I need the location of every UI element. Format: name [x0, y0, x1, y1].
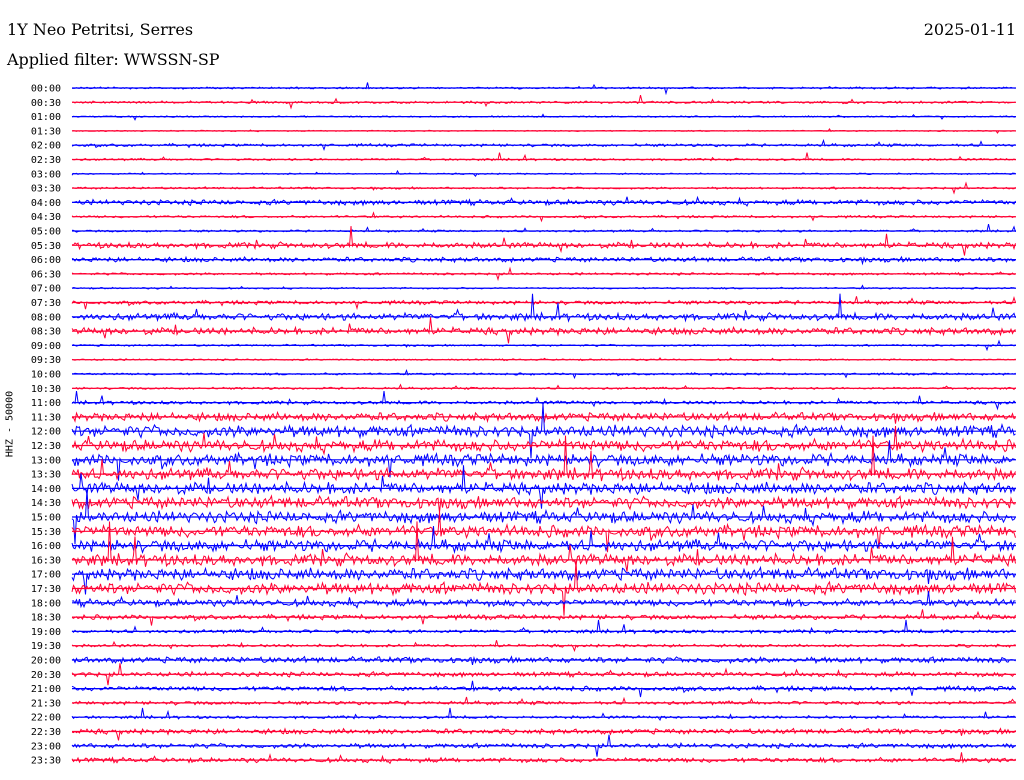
tick-label-1700: 17:00 — [31, 570, 61, 581]
tick-label-0430: 04:30 — [31, 212, 61, 223]
tick-label-1130: 11:30 — [31, 412, 61, 423]
tick-label-1330: 13:30 — [31, 470, 61, 481]
trace-2130 — [71, 696, 1016, 706]
trace-2000 — [71, 655, 1016, 666]
tick-label-2130: 21:30 — [31, 698, 61, 709]
trace-0830 — [71, 317, 1016, 344]
tick-label-2030: 20:30 — [31, 670, 61, 681]
tick-label-2000: 20:00 — [31, 656, 61, 667]
tick-label-1430: 14:30 — [31, 498, 61, 509]
trace-1430 — [71, 494, 1016, 513]
trace-1700 — [71, 565, 1016, 595]
tick-label-0830: 08:30 — [31, 327, 61, 338]
tick-label-1900: 19:00 — [31, 627, 61, 638]
tick-label-1400: 14:00 — [31, 484, 61, 495]
tick-label-0030: 00:30 — [31, 98, 61, 109]
tick-label-0000: 00:00 — [31, 84, 61, 95]
tick-label-1500: 15:00 — [31, 513, 61, 524]
tick-label-1200: 12:00 — [31, 427, 61, 438]
trace-2330 — [71, 752, 1016, 765]
tick-label-2300: 23:00 — [31, 741, 61, 752]
tick-label-0800: 08:00 — [31, 312, 61, 323]
tick-label-2330: 23:30 — [31, 756, 61, 767]
tick-label-0200: 02:00 — [31, 141, 61, 152]
tick-label-0530: 05:30 — [31, 241, 61, 252]
tick-label-0500: 05:00 — [31, 227, 61, 238]
tick-label-1600: 16:00 — [31, 541, 61, 552]
tick-label-0300: 03:00 — [31, 169, 61, 180]
tick-label-1100: 11:00 — [31, 398, 61, 409]
tick-label-1730: 17:30 — [31, 584, 61, 595]
tick-label-0330: 03:30 — [31, 184, 61, 195]
time-tick-labels: 00:00 00:30 01:00 01:30 02:00 02:30 03:00 03:30… — [31, 84, 61, 767]
trace-1800 — [71, 591, 1016, 609]
tick-label-1800: 18:00 — [31, 598, 61, 609]
y-axis-label: HHZ - 50000 — [4, 390, 16, 458]
tick-label-1830: 18:30 — [31, 613, 61, 624]
tick-label-0100: 01:00 — [31, 112, 61, 123]
tick-label-2100: 21:00 — [31, 684, 61, 695]
trace-0030 — [71, 94, 1016, 110]
tick-label-0400: 04:00 — [31, 198, 61, 209]
tick-label-1030: 10:30 — [31, 384, 61, 395]
tick-label-2200: 22:00 — [31, 713, 61, 724]
tick-label-1930: 19:30 — [31, 641, 61, 652]
tick-label-0630: 06:30 — [31, 269, 61, 280]
tick-label-0900: 09:00 — [31, 341, 61, 352]
tick-label-1630: 16:30 — [31, 555, 61, 566]
tick-label-1000: 10:00 — [31, 370, 61, 381]
tick-label-0130: 01:30 — [31, 126, 61, 137]
trace-lines — [71, 82, 1016, 765]
trace-0400 — [71, 195, 1016, 207]
trace-2200 — [71, 707, 1016, 721]
trace-2230 — [71, 727, 1016, 741]
tick-label-0600: 06:00 — [31, 255, 61, 266]
trace-1100 — [71, 391, 1016, 411]
y-axis-label-wrap: HHZ - 50000 — [3, 384, 17, 464]
tick-label-1530: 15:30 — [31, 527, 61, 538]
tick-label-0230: 02:30 — [31, 155, 61, 166]
tick-label-0700: 07:00 — [31, 284, 61, 295]
tick-label-1300: 13:00 — [31, 455, 61, 466]
tick-label-0730: 07:30 — [31, 298, 61, 309]
tick-label-2230: 22:30 — [31, 727, 61, 738]
helicorder-plot: 00:00 00:30 01:00 01:30 02:00 02:30 03:00 03:30… — [31, 82, 1016, 767]
tick-label-1230: 12:30 — [31, 441, 61, 452]
tick-label-0930: 09:30 — [31, 355, 61, 366]
